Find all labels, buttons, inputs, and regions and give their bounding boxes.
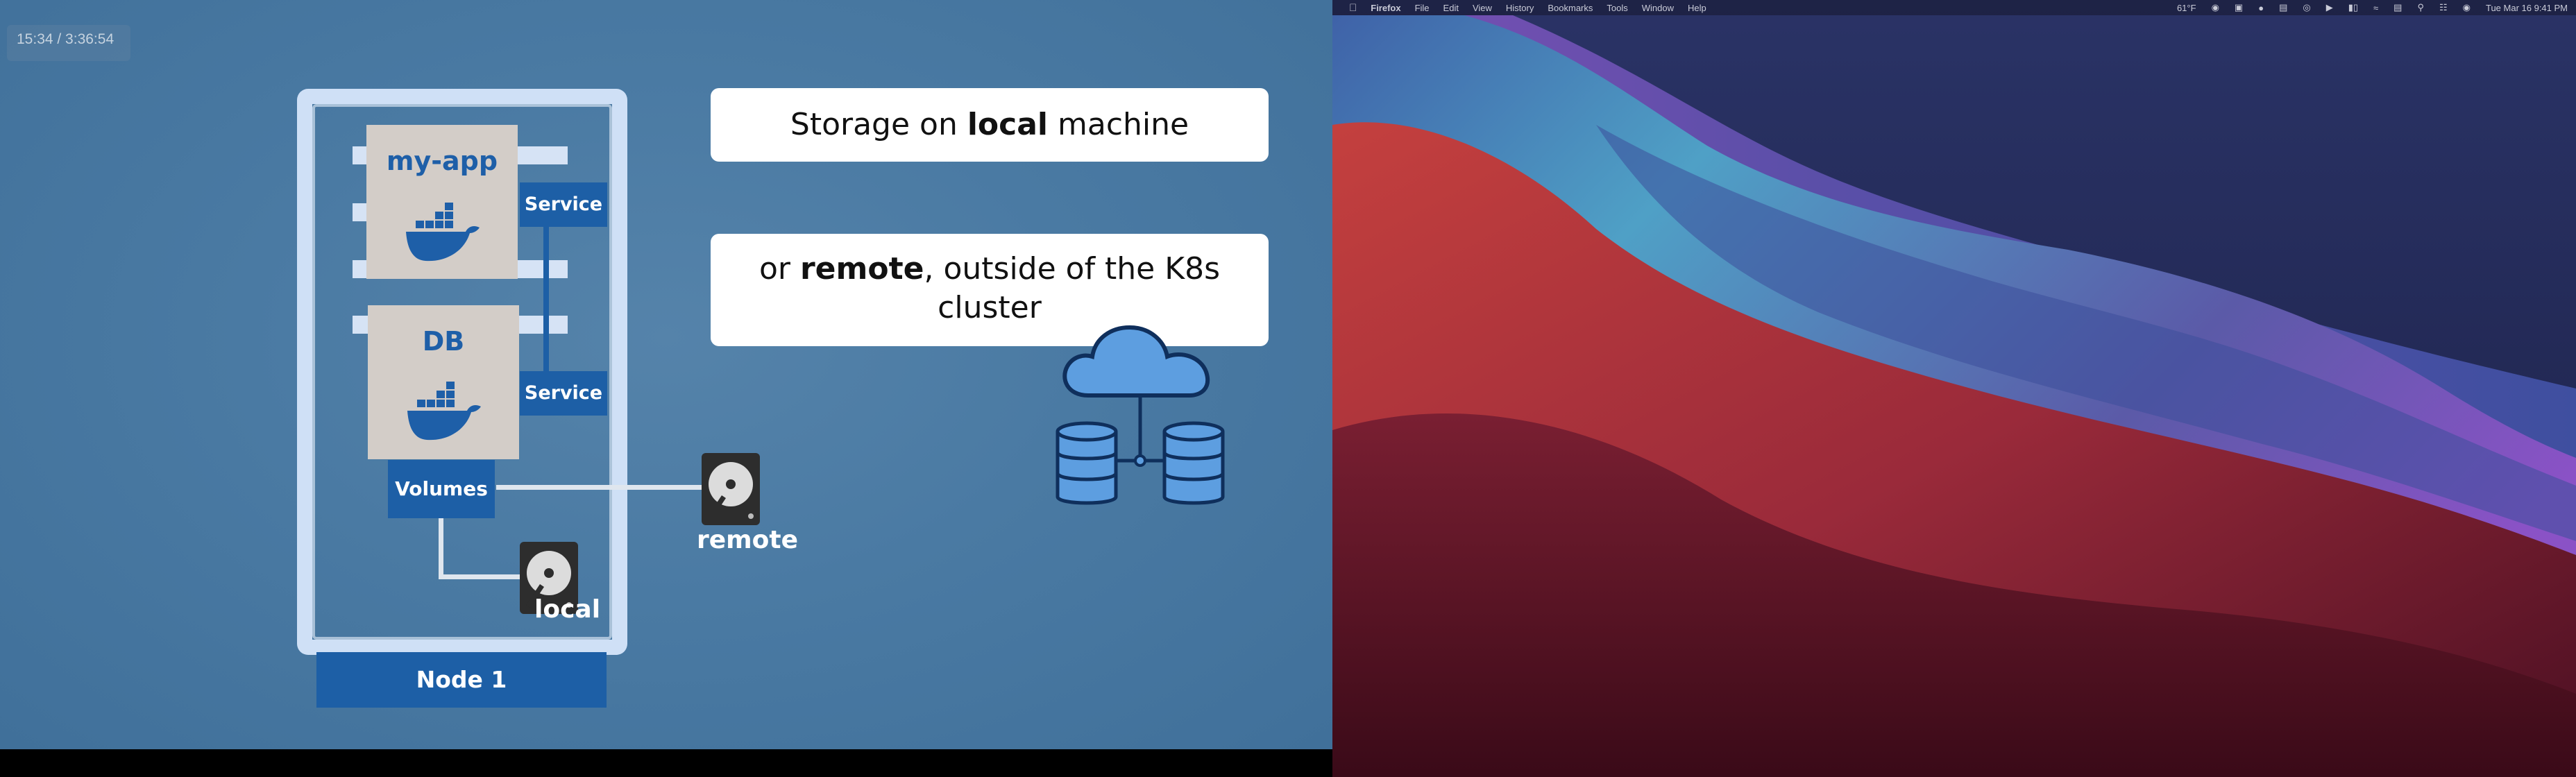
card-local-storage: Storage on local machine (711, 88, 1269, 162)
status-icon[interactable]: ◉ (2212, 2, 2219, 13)
pod-my-app: my-app (366, 125, 518, 279)
docker-whale-icon (407, 382, 481, 441)
wire-local-horizontal (439, 574, 520, 579)
menu-clock[interactable]: Tue Mar 16 9:41 PM (2486, 3, 2568, 13)
docker-whale-icon (406, 203, 480, 262)
pod-db: DB (368, 305, 519, 459)
desktop:  Firefox File Edit View History Bookmar… (1332, 0, 2576, 777)
menu-view[interactable]: View (1473, 3, 1492, 13)
wire-remote (496, 485, 704, 490)
keyboard-input-icon[interactable]: ▤ (2393, 2, 2402, 13)
card-local-text: Storage on (790, 107, 967, 142)
card-local-text-end: machine (1048, 107, 1189, 142)
card-remote-text-end: , outside of the K8s cluster (924, 251, 1221, 325)
wifi-icon[interactable]: ≈ (2373, 3, 2378, 13)
menu-tools[interactable]: Tools (1607, 3, 1627, 13)
video-timestamp: 15:34 / 3:36:54 (7, 25, 130, 61)
menu-window[interactable]: Window (1642, 3, 1674, 13)
menu-file[interactable]: File (1415, 3, 1430, 13)
menu-bar:  Firefox File Edit View History Bookmar… (1332, 0, 2576, 15)
service-db: Service (520, 371, 607, 416)
slide: 15:34 / 3:36:54 Storage on local machine… (0, 0, 1332, 749)
card-local-bold: local (967, 107, 1049, 142)
card-remote-bold: remote (799, 251, 924, 287)
search-icon[interactable]: ⚲ (2417, 2, 2424, 13)
pod-db-label: DB (422, 326, 465, 357)
menu-bookmarks[interactable]: Bookmarks (1548, 3, 1593, 13)
cloud-database-icon (1056, 325, 1225, 505)
apple-menu-icon[interactable]:  (1349, 2, 1357, 14)
status-icon[interactable]: ● (2258, 3, 2264, 13)
siri-icon[interactable]: ◉ (2463, 2, 2471, 13)
status-icon[interactable]: ◎ (2303, 2, 2310, 13)
control-center-icon[interactable]: ☷ (2439, 2, 2448, 13)
menu-app-name[interactable]: Firefox (1371, 3, 1400, 13)
status-icon[interactable]: ▣ (2235, 2, 2243, 13)
remote-label: remote (697, 526, 799, 554)
service-my-app: Service (520, 182, 607, 227)
battery-icon[interactable]: ▮▯ (2348, 2, 2358, 13)
menu-edit[interactable]: Edit (1443, 3, 1459, 13)
status-icon[interactable]: ▶ (2326, 2, 2333, 13)
status-icon[interactable]: ▤ (2279, 2, 2287, 13)
volumes-box: Volumes (388, 460, 495, 518)
wire-local-vertical (439, 518, 443, 579)
local-label: local (534, 595, 601, 624)
wallpaper (1332, 0, 2576, 777)
menu-history[interactable]: History (1506, 3, 1534, 13)
service-connector (543, 227, 549, 371)
weather-status[interactable]: 61°F (2177, 3, 2196, 13)
menu-help[interactable]: Help (1688, 3, 1706, 13)
hard-disk-icon (702, 453, 760, 525)
video-player[interactable]: 15:34 / 3:36:54 Storage on local machine… (0, 0, 1332, 777)
node-label: Node 1 (316, 652, 607, 708)
card-remote-text: or (759, 251, 800, 287)
pod-my-app-label: my-app (386, 146, 498, 176)
